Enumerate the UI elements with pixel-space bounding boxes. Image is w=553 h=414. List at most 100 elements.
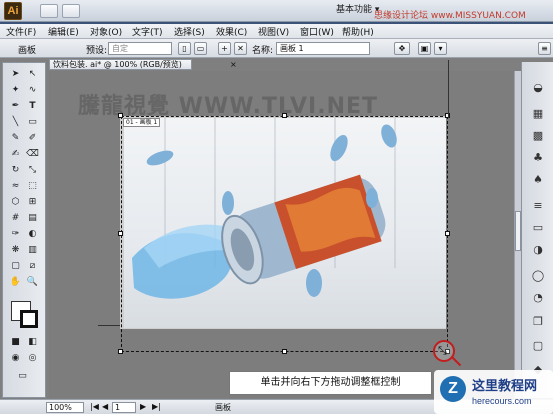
lasso-tool-icon[interactable]: ∿ bbox=[25, 83, 40, 97]
toolbox: ➤ ↖ ✦ ∿ ✒ T ╲ ▭ ✎ ✐ ✍ ⌫ ↻ ⤡ ≈ ⬚ ⬡ ⊞ # ▤ … bbox=[2, 62, 46, 398]
swatches-panel-icon[interactable]: ▩ bbox=[529, 128, 547, 144]
resize-handle-right[interactable] bbox=[445, 231, 450, 236]
landscape-icon[interactable]: ▭ bbox=[194, 42, 207, 55]
move-copy-icon[interactable]: ✥ bbox=[394, 42, 410, 55]
color-panel-icon[interactable]: ◒ bbox=[529, 80, 547, 96]
layers-panel-icon[interactable]: ❐ bbox=[529, 314, 547, 330]
portrait-icon[interactable]: ▯ bbox=[178, 42, 191, 55]
color-mode-icon[interactable]: ■ bbox=[8, 335, 23, 349]
type-tool-icon[interactable]: T bbox=[25, 99, 40, 113]
document-tab[interactable]: 饮料包装. ai* @ 100% (RGB/预览) × bbox=[49, 59, 237, 70]
direct-selection-tool-icon[interactable]: ↖ bbox=[25, 67, 40, 81]
document-tab-title: 饮料包装. ai* @ 100% (RGB/预览) bbox=[53, 60, 182, 69]
stroke-panel-icon[interactable]: ≡ bbox=[529, 198, 547, 214]
menu-view[interactable]: 视图(V) bbox=[258, 25, 289, 38]
guide-line bbox=[98, 325, 120, 326]
menu-effect[interactable]: 效果(C) bbox=[216, 25, 247, 38]
resize-handle-left[interactable] bbox=[118, 231, 123, 236]
zoom-tool-icon[interactable]: 🔍 bbox=[25, 275, 40, 289]
warp-tool-icon[interactable]: ≈ bbox=[8, 179, 23, 193]
perspective-grid-tool-icon[interactable]: ⊞ bbox=[25, 195, 40, 209]
selection-tool-icon[interactable]: ➤ bbox=[8, 67, 23, 81]
panel-dock: ◒ ▦ ▩ ♣ ♠ ≡ ▭ ◑ ◯ ◔ ❐ ▢ ◆ bbox=[521, 62, 553, 398]
app-logo: Ai bbox=[4, 2, 22, 20]
instruction-callout: 单击并向右下方拖动调整框控制 bbox=[229, 371, 432, 395]
free-transform-tool-icon[interactable]: ⬚ bbox=[25, 179, 40, 193]
gradient-tool-icon[interactable]: ▤ bbox=[25, 211, 40, 225]
control-menu-icon[interactable]: ≡ bbox=[538, 42, 551, 55]
preset-label: 预设: bbox=[86, 46, 108, 56]
gradient-mode-icon[interactable]: ◧ bbox=[25, 335, 40, 349]
draw-normal-icon[interactable]: ◉ bbox=[8, 351, 23, 365]
artboard-name-field[interactable]: 画板 1 bbox=[276, 42, 370, 55]
draw-behind-icon[interactable]: ◎ bbox=[25, 351, 40, 365]
magic-wand-tool-icon[interactable]: ✦ bbox=[8, 83, 23, 97]
eraser-tool-icon[interactable]: ⌫ bbox=[25, 147, 40, 161]
appearance-panel-icon[interactable]: ◯ bbox=[529, 268, 547, 284]
brand-logo: Z bbox=[440, 376, 466, 402]
gradient-panel-icon[interactable]: ▭ bbox=[529, 220, 547, 236]
first-page-icon[interactable]: |◀ bbox=[90, 402, 99, 411]
resize-cursor-icon: ⤡ bbox=[438, 344, 447, 357]
artboard-tool-icon[interactable]: ▢ bbox=[8, 259, 23, 273]
column-graph-tool-icon[interactable]: ▥ bbox=[25, 243, 40, 257]
resize-handle-top-left[interactable] bbox=[118, 113, 123, 118]
menu-select[interactable]: 选择(S) bbox=[174, 25, 205, 38]
close-icon[interactable]: × bbox=[230, 60, 237, 69]
color-guide-icon[interactable]: ▦ bbox=[529, 106, 547, 122]
menu-help[interactable]: 帮助(H) bbox=[342, 25, 374, 38]
workspace-switcher[interactable]: 基本功能 ▾ bbox=[336, 2, 379, 15]
name-label: 名称: bbox=[252, 46, 274, 56]
pen-tool-icon[interactable]: ✒ bbox=[8, 99, 23, 113]
bridge-button[interactable] bbox=[40, 4, 58, 18]
menu-object[interactable]: 对象(O) bbox=[90, 25, 122, 38]
zoom-field[interactable]: 100% bbox=[46, 402, 84, 413]
arrange-documents-button[interactable] bbox=[62, 4, 80, 18]
screen-mode-icon[interactable]: ▭ bbox=[15, 369, 30, 383]
rotate-tool-icon[interactable]: ↻ bbox=[8, 163, 23, 177]
brand-watermark: Z 这里教程网 herecours.com bbox=[434, 370, 553, 414]
brand-name: 这里教程网 bbox=[472, 379, 538, 394]
mesh-tool-icon[interactable]: # bbox=[8, 211, 23, 225]
symbols-panel-icon[interactable]: ♠ bbox=[529, 172, 547, 188]
stroke-swatch[interactable] bbox=[20, 310, 38, 328]
artboard-resize-frame[interactable] bbox=[121, 116, 448, 352]
eyedropper-tool-icon[interactable]: ✑ bbox=[8, 227, 23, 241]
pencil-tool-icon[interactable]: ✐ bbox=[25, 131, 40, 145]
resize-handle-bottom[interactable] bbox=[282, 349, 287, 354]
menu-edit[interactable]: 编辑(E) bbox=[48, 25, 79, 38]
hand-tool-icon[interactable]: ✋ bbox=[8, 275, 23, 289]
site-watermark: 思缘设计论坛 www.MISSYUAN.COM bbox=[374, 11, 526, 21]
menu-file[interactable]: 文件(F) bbox=[6, 25, 36, 38]
slice-tool-icon[interactable]: ⧄ bbox=[25, 259, 40, 273]
shape-builder-tool-icon[interactable]: ⬡ bbox=[8, 195, 23, 209]
blob-brush-tool-icon[interactable]: ✍ bbox=[8, 147, 23, 161]
resize-handle-top[interactable] bbox=[282, 113, 287, 118]
next-page-icon[interactable]: ▶ bbox=[140, 402, 146, 411]
line-tool-icon[interactable]: ╲ bbox=[8, 115, 23, 129]
blend-tool-icon[interactable]: ◐ bbox=[25, 227, 40, 241]
status-text: 画板 bbox=[215, 403, 231, 412]
new-artboard-icon[interactable]: + bbox=[218, 42, 231, 55]
delete-artboard-icon[interactable]: ✕ bbox=[234, 42, 247, 55]
graphic-styles-panel-icon[interactable]: ◔ bbox=[529, 290, 547, 306]
vertical-scrollbar[interactable] bbox=[514, 71, 521, 398]
preset-select[interactable]: 自定 bbox=[108, 42, 172, 55]
resize-handle-bottom-left[interactable] bbox=[118, 349, 123, 354]
prev-page-icon[interactable]: ◀ bbox=[102, 402, 108, 411]
guide-line bbox=[448, 60, 449, 118]
scale-tool-icon[interactable]: ⤡ bbox=[25, 163, 40, 177]
artboard-options-icon[interactable]: ▾ bbox=[434, 42, 447, 55]
page-field[interactable]: 1 bbox=[112, 402, 136, 413]
transparency-panel-icon[interactable]: ◑ bbox=[529, 242, 547, 258]
reference-point-icon[interactable]: ▣ bbox=[418, 42, 431, 55]
menu-type[interactable]: 文字(T) bbox=[132, 25, 163, 38]
rectangle-tool-icon[interactable]: ▭ bbox=[25, 115, 40, 129]
paintbrush-tool-icon[interactable]: ✎ bbox=[8, 131, 23, 145]
artboard-mode-label: 画板 bbox=[18, 46, 37, 56]
brushes-panel-icon[interactable]: ♣ bbox=[529, 150, 547, 166]
menu-window[interactable]: 窗口(W) bbox=[300, 25, 334, 38]
last-page-icon[interactable]: ▶| bbox=[152, 402, 161, 411]
artboards-panel-icon[interactable]: ▢ bbox=[529, 338, 547, 354]
symbol-sprayer-tool-icon[interactable]: ❋ bbox=[8, 243, 23, 257]
